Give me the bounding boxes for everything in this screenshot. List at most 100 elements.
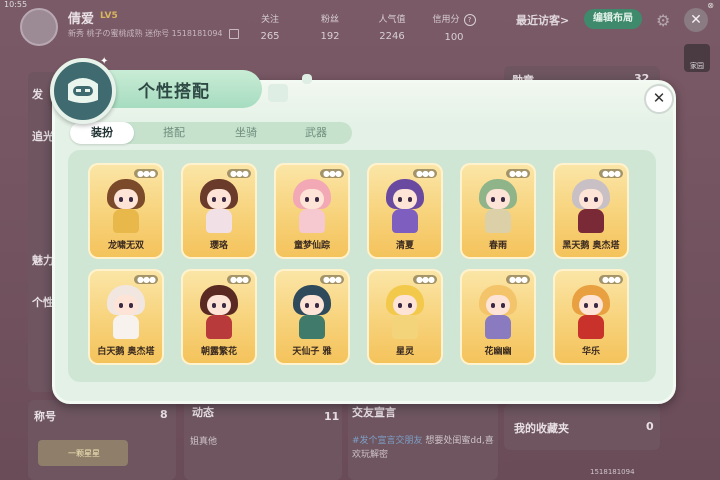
stat-value: 192 xyxy=(320,31,340,42)
more-options-icon[interactable]: ●●● xyxy=(227,275,251,284)
left-fragment: 个性 xyxy=(32,296,54,309)
stat-following[interactable]: 关注 265 xyxy=(240,12,300,42)
skin-card[interactable]: ●●● 白天鹅 奥杰塔 xyxy=(88,269,164,365)
character-portrait xyxy=(479,179,517,233)
avatar[interactable] xyxy=(20,8,58,46)
skin-card[interactable]: ●●● 春雨 xyxy=(460,163,536,259)
skin-card[interactable]: ●●● 华乐 xyxy=(553,269,629,365)
skin-name: 白天鹅 奥杰塔 xyxy=(97,347,155,357)
more-options-icon[interactable]: ●●● xyxy=(134,169,158,178)
stat-label: 粉丝 xyxy=(320,15,339,25)
skin-name: 璎珞 xyxy=(209,241,228,251)
character-face xyxy=(486,295,510,315)
skin-name: 龙啸无双 xyxy=(107,241,144,251)
skin-name: 花幽幽 xyxy=(484,347,512,357)
skin-name: 清夏 xyxy=(395,241,414,251)
close-icon: ✕ xyxy=(690,12,702,28)
skin-name: 星灵 xyxy=(395,347,414,357)
skin-name: 朝露繁花 xyxy=(200,347,237,357)
more-options-icon[interactable]: ●●● xyxy=(320,169,344,178)
close-page-button[interactable]: ✕ xyxy=(684,8,708,32)
copy-icon[interactable] xyxy=(229,28,240,39)
character-portrait xyxy=(107,285,145,339)
character-body xyxy=(485,209,511,233)
decoration-square xyxy=(302,74,312,84)
dynamics-label: 动态 xyxy=(192,406,214,419)
character-face xyxy=(207,295,231,315)
skin-grid: ●●● 龙啸无双 ●●● 璎珞 ●●● 童梦仙踪 ●●● 清夏 ●●● 春雨 ●●● 黑天鹅 奥杰塔 ●… xyxy=(68,150,656,382)
stat-label: 关注 xyxy=(260,15,279,25)
skin-card[interactable]: ●●● 龙啸无双 xyxy=(88,163,164,259)
status-time: 10:55 xyxy=(4,0,28,9)
more-options-icon[interactable]: ●●● xyxy=(506,169,530,178)
character-face xyxy=(114,189,138,209)
more-options-icon[interactable]: ●●● xyxy=(227,169,251,178)
character-portrait xyxy=(479,285,517,339)
skin-card[interactable]: ●●● 花幽幽 xyxy=(460,269,536,365)
character-body xyxy=(206,315,232,339)
skin-card[interactable]: ●●● 清夏 xyxy=(367,163,443,259)
skin-name: 春雨 xyxy=(488,241,507,251)
skin-card[interactable]: ●●● 黑天鹅 奥杰塔 xyxy=(553,163,629,259)
skin-card[interactable]: ●●● 璎珞 xyxy=(181,163,257,259)
modal-close-button[interactable]: ✕ xyxy=(644,84,674,114)
more-options-icon[interactable]: ●●● xyxy=(413,169,437,178)
stat-value: 100 xyxy=(444,32,464,43)
character-face xyxy=(486,189,510,209)
dynamics-text: 姐真他 xyxy=(190,437,218,447)
skin-card[interactable]: ●●● 天仙子 雅 xyxy=(274,269,350,365)
more-options-icon[interactable]: ●●● xyxy=(320,275,344,284)
stat-fans[interactable]: 粉丝 192 xyxy=(300,12,360,42)
footer-id: 1518181094 xyxy=(590,468,635,476)
character-body xyxy=(392,209,418,233)
edit-layout-button[interactable]: 编辑布局 xyxy=(584,9,642,29)
skin-card[interactable]: ●●● 星灵 xyxy=(367,269,443,365)
level-badge: LV5 xyxy=(100,11,118,21)
character-face xyxy=(300,189,324,209)
tab-costume[interactable]: 装扮 xyxy=(70,122,134,144)
tab-weapon[interactable]: 武器 xyxy=(284,122,348,144)
username: 倩爱 xyxy=(68,12,95,27)
declaration-tag[interactable]: #发个宣言交朋友 xyxy=(352,436,423,446)
title-count: 8 xyxy=(160,408,168,421)
skin-name: 华乐 xyxy=(581,347,600,357)
character-face xyxy=(114,295,138,315)
skin-card[interactable]: ●●● 朝露繁花 xyxy=(181,269,257,365)
character-face xyxy=(207,189,231,209)
more-options-icon[interactable]: ●●● xyxy=(413,275,437,284)
recent-visitors-link[interactable]: 最近访客> xyxy=(516,12,569,28)
character-body xyxy=(113,209,139,233)
more-options-icon[interactable]: ●●● xyxy=(599,169,623,178)
more-options-icon[interactable]: ●●● xyxy=(599,275,623,284)
stat-label: 人气值 xyxy=(378,15,406,25)
battery-icon: ⊗ xyxy=(707,1,714,10)
close-icon: ✕ xyxy=(652,89,666,107)
help-icon[interactable]: ? xyxy=(463,14,476,26)
skin-name: 黑天鹅 奥杰塔 xyxy=(562,241,620,251)
character-portrait xyxy=(293,179,331,233)
declaration-body: #发个宣言交朋友 想要处闺蜜dd,喜欢玩解密 xyxy=(352,434,494,462)
more-options-icon[interactable]: ●●● xyxy=(134,275,158,284)
home-label: 家园 xyxy=(690,62,704,70)
profile-subline: 新秀 桃子の蜜桃成熟 迷你号 1518181094 xyxy=(68,28,240,39)
character-face xyxy=(300,295,324,315)
skin-card[interactable]: ●●● 童梦仙踪 xyxy=(274,163,350,259)
favorites-label: 我的收藏夹 xyxy=(514,422,569,435)
tab-mount[interactable]: 坐骑 xyxy=(214,122,278,144)
more-options-icon[interactable]: ●●● xyxy=(506,275,530,284)
sparkle-icon: ✦ xyxy=(100,56,109,67)
profile-subline-text: 新秀 桃子の蜜桃成熟 迷你号 1518181094 xyxy=(68,29,223,38)
character-portrait xyxy=(386,179,424,233)
dynamics-count: 11 xyxy=(324,410,340,423)
character-portrait xyxy=(200,285,238,339)
left-fragment: 魅力 xyxy=(32,254,54,267)
gear-icon[interactable]: ⚙ xyxy=(656,11,670,30)
character-body xyxy=(299,315,325,339)
modal-title: 个性搭配 xyxy=(138,82,210,102)
character-portrait xyxy=(293,285,331,339)
home-button[interactable]: 家园 xyxy=(684,44,710,72)
character-portrait xyxy=(386,285,424,339)
character-portrait xyxy=(200,179,238,233)
tab-outfit[interactable]: 搭配 xyxy=(142,122,206,144)
skin-name: 童梦仙踪 xyxy=(293,241,330,251)
